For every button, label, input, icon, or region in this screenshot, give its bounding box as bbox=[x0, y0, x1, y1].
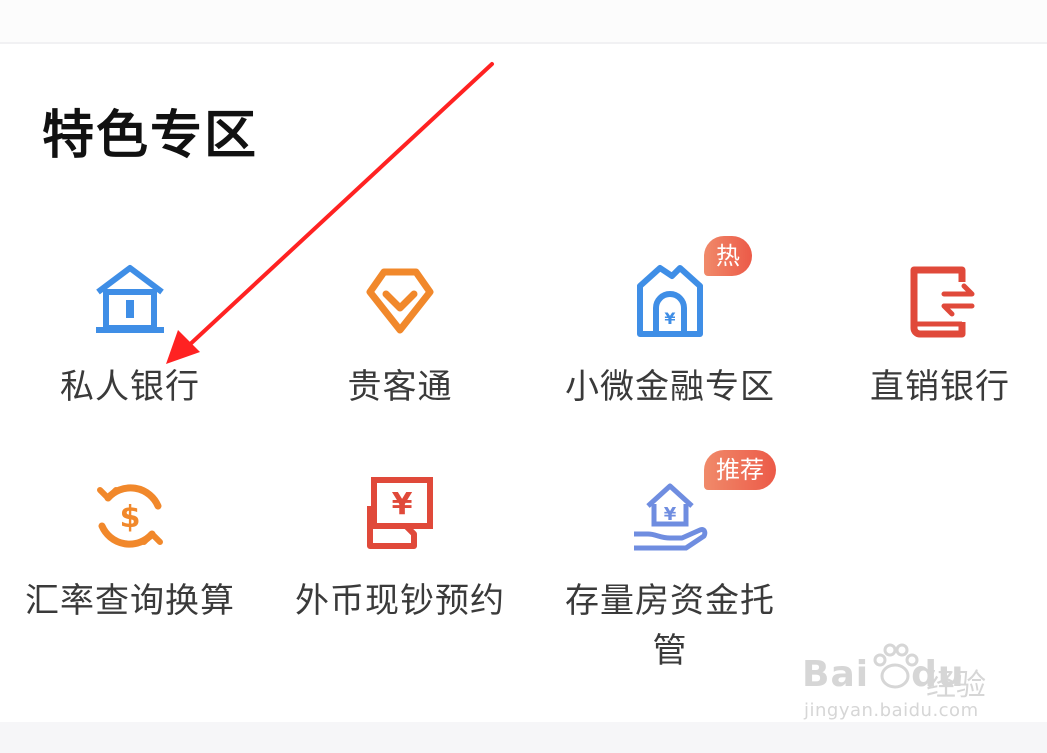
watermark-url: jingyan.baidu.com bbox=[804, 700, 979, 721]
feature-zone-page: 特色专区 私人银行 贵客通 ¥ 小微金融专区 热 直销银行 $ 汇率查询换算 ¥… bbox=[0, 0, 1047, 753]
tile-label: 私人银行 bbox=[60, 367, 200, 407]
svg-text:¥: ¥ bbox=[392, 487, 413, 522]
paw-icon bbox=[873, 643, 919, 689]
tile-foreign-cash-booking[interactable]: ¥ 外币现钞预约 bbox=[270, 476, 530, 636]
tile-label: 贵客通 bbox=[347, 367, 453, 407]
tile-label-line1: 存量房资金托 bbox=[565, 581, 775, 621]
bank-building-icon bbox=[90, 262, 170, 342]
tile-exchange-rate[interactable]: $ 汇率查询换算 bbox=[0, 476, 260, 636]
cash-yuan-icon: ¥ bbox=[360, 476, 440, 556]
tile-label: 直销银行 bbox=[870, 367, 1010, 407]
hot-badge: 热 bbox=[704, 236, 752, 276]
currency-exchange-icon: $ bbox=[90, 476, 170, 556]
tile-label-line2: 管 bbox=[652, 631, 688, 671]
tile-label: 外币现钞预约 bbox=[295, 581, 505, 621]
baidu-jingyan-watermark: Bai du 经验 jingyan.baidu.com bbox=[802, 640, 1002, 722]
tile-label: 汇率查询换算 bbox=[25, 581, 235, 621]
tile-vip-pass[interactable]: 贵客通 bbox=[270, 262, 530, 422]
section-title: 特色专区 bbox=[42, 106, 259, 166]
diamond-icon bbox=[360, 262, 440, 342]
watermark-cn: 经验 bbox=[926, 668, 986, 703]
top-divider bbox=[0, 0, 1047, 44]
tile-private-banking[interactable]: 私人银行 bbox=[0, 262, 260, 422]
house-hand-icon: ¥ bbox=[630, 476, 710, 556]
svg-text:¥: ¥ bbox=[664, 309, 675, 328]
tile-label: 小微金融专区 bbox=[565, 367, 775, 407]
tile-label: 存量房资金托 管 bbox=[540, 576, 800, 676]
tile-direct-bank[interactable]: 直销银行 bbox=[810, 262, 1047, 422]
recommend-badge: 推荐 bbox=[704, 450, 776, 490]
svg-text:¥: ¥ bbox=[664, 504, 677, 525]
shop-yuan-icon: ¥ bbox=[630, 262, 710, 342]
tile-small-micro-finance[interactable]: ¥ 小微金融专区 bbox=[540, 262, 800, 422]
svg-text:$: $ bbox=[120, 500, 141, 535]
transfer-card-icon bbox=[900, 262, 980, 342]
tile-housing-fund-escrow[interactable]: ¥ 存量房资金托 管 bbox=[540, 476, 800, 696]
bottom-divider bbox=[0, 722, 1047, 753]
